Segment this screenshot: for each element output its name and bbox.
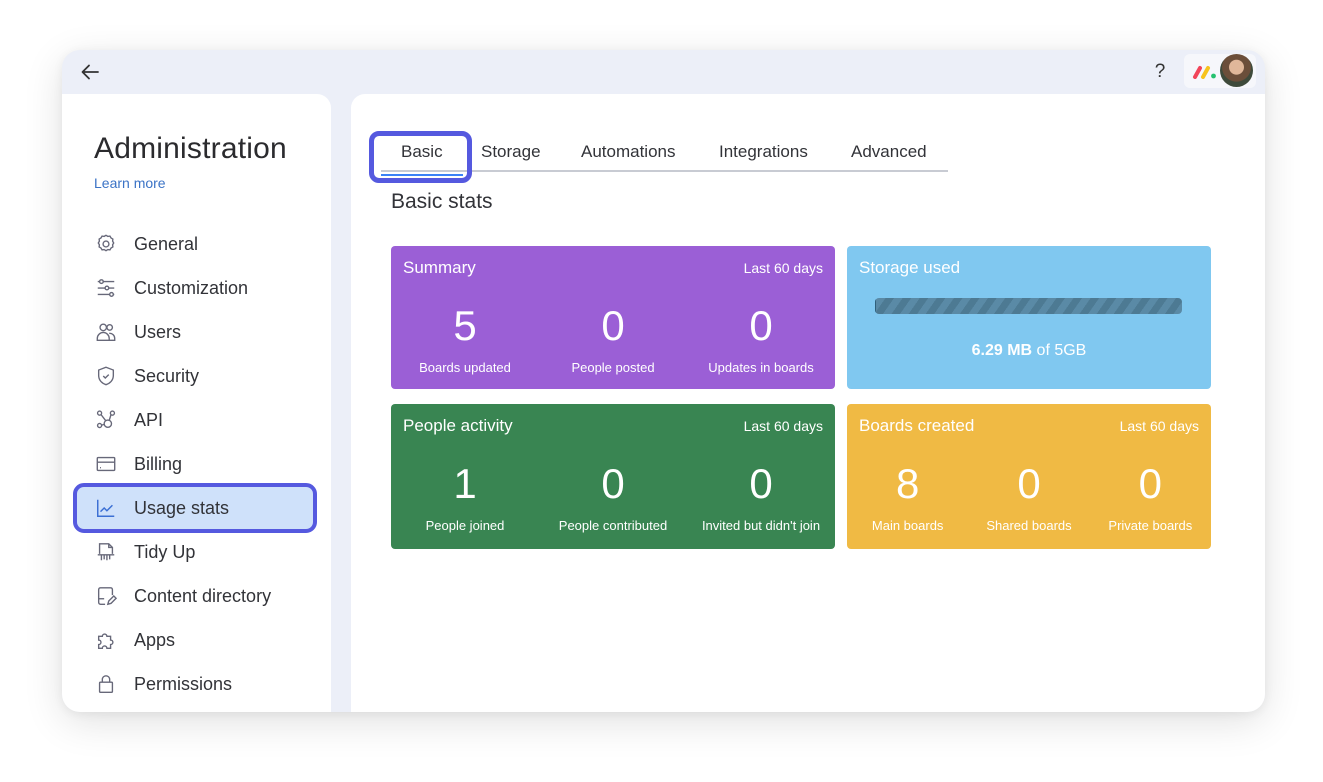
stat-value: 0	[749, 460, 773, 507]
storage-usage-text: 6.29 MB of 5GB	[847, 342, 1211, 360]
sliders-icon	[94, 276, 118, 300]
sidebar-item-permissions[interactable]: Permissions	[76, 662, 314, 706]
stat-value: 0	[1017, 460, 1041, 507]
sidebar-item-label: Content directory	[134, 585, 272, 606]
card-period: Last 60 days	[1119, 418, 1199, 434]
storage-progress-bar	[875, 298, 1182, 314]
stat-caption: Invited but didn't join	[701, 518, 821, 533]
sidebar-item-usage-stats[interactable]: Usage stats	[73, 483, 317, 533]
document-edit-icon	[94, 584, 118, 608]
stat-caption: Boards updated	[419, 360, 511, 375]
sidebar-item-label: Tidy Up	[134, 541, 196, 562]
tab-bar: Basic Storage Automations Integrations A…	[381, 134, 948, 176]
users-icon	[94, 320, 118, 344]
stat-people-contributed: 0 People contributed	[539, 456, 687, 533]
stat-invited-not-joined: 0 Invited but didn't join	[687, 456, 835, 533]
stat-people-posted: 0 People posted	[539, 298, 687, 375]
puzzle-icon	[94, 628, 118, 652]
stat-caption: People joined	[425, 518, 505, 533]
sidebar-item-label: Security	[134, 365, 200, 386]
stat-value: 0	[1138, 460, 1162, 507]
sidebar-item-customization[interactable]: Customization	[76, 266, 314, 310]
stat-caption: Private boards	[1108, 518, 1193, 533]
main-panel: Basic Storage Automations Integrations A…	[351, 94, 1265, 712]
card-title: Boards created	[859, 416, 975, 435]
stat-caption: Updates in boards	[708, 360, 814, 375]
boards-created-card: Boards created Last 60 days 8 Main boards…	[847, 404, 1211, 549]
sidebar-item-general[interactable]: General	[76, 222, 314, 266]
stat-updates-in-boards: 0 Updates in boards	[687, 298, 835, 375]
stat-people-joined: 1 People joined	[391, 456, 539, 533]
sidebar-item-label: Customization	[134, 277, 249, 298]
sidebar-item-label: General	[134, 233, 199, 254]
tab-storage[interactable]: Storage	[481, 142, 541, 162]
card-period: Last 60 days	[743, 418, 823, 434]
stat-main-boards: 8 Main boards	[847, 456, 968, 533]
shredder-icon	[94, 540, 118, 564]
stat-shared-boards: 0 Shared boards	[968, 456, 1089, 533]
tab-integrations[interactable]: Integrations	[719, 142, 808, 162]
summary-card: Summary Last 60 days 5 Boards updated 0 Pe…	[391, 246, 835, 389]
people-activity-card: People activity Last 60 days 1 People joi…	[391, 404, 835, 549]
sidebar-item-billing[interactable]: Billing	[76, 442, 314, 486]
shield-check-icon	[94, 364, 118, 388]
stat-value: 0	[749, 302, 773, 349]
sidebar-item-label: API	[134, 409, 164, 430]
sidebar-item-label: Usage stats	[134, 497, 230, 518]
line-chart-icon	[94, 496, 118, 520]
sidebar-item-content-directory[interactable]: Content directory	[76, 574, 314, 618]
sidebar-item-security[interactable]: Security	[76, 354, 314, 398]
gear-icon	[94, 232, 118, 256]
tab-automations[interactable]: Automations	[581, 142, 676, 162]
sidebar: Administration Learn more General Custom…	[62, 94, 331, 712]
sidebar-item-api[interactable]: API	[76, 398, 314, 442]
card-title: People activity	[403, 416, 513, 435]
lock-icon	[94, 672, 118, 696]
card-period: Last 60 days	[743, 260, 823, 276]
stat-value: 8	[895, 460, 920, 507]
stat-caption: Main boards	[871, 518, 944, 533]
page-title: Administration	[94, 132, 287, 165]
sidebar-item-users[interactable]: Users	[76, 310, 314, 354]
section-title: Basic stats	[391, 190, 493, 213]
account-menu[interactable]	[1184, 54, 1256, 88]
stat-private-boards: 0 Private boards	[1090, 456, 1211, 533]
tab-basic[interactable]: Basic	[381, 142, 462, 176]
monday-logo-icon	[1193, 66, 1216, 79]
admin-window: ? Administration Learn more General Cust…	[62, 50, 1265, 712]
stat-value: 5	[453, 302, 477, 349]
storage-card: Storage used 6.29 MB of 5GB	[847, 246, 1211, 389]
stat-value: 0	[601, 302, 625, 349]
stat-value: 0	[601, 460, 625, 507]
help-button[interactable]: ?	[1148, 58, 1172, 86]
arrow-left-icon	[81, 64, 99, 80]
sidebar-item-label: Apps	[134, 629, 176, 650]
card-title: Summary	[403, 258, 476, 277]
api-nodes-icon	[94, 408, 118, 432]
stat-caption: Shared boards	[986, 518, 1072, 533]
sidebar-item-apps[interactable]: Apps	[76, 618, 314, 662]
sidebar-item-label: Permissions	[134, 673, 233, 694]
storage-total: of 5GB	[1036, 342, 1087, 359]
sidebar-item-tidy-up[interactable]: Tidy Up	[76, 530, 314, 574]
stat-boards-updated: 5 Boards updated	[391, 298, 539, 375]
learn-more-link[interactable]: Learn more	[94, 175, 166, 191]
stat-caption: People contributed	[558, 518, 668, 533]
sidebar-item-label: Billing	[134, 453, 183, 474]
top-bar: ?	[62, 50, 1265, 94]
sidebar-item-label: Users	[134, 321, 182, 342]
card-title: Storage used	[859, 258, 961, 277]
tab-advanced[interactable]: Advanced	[851, 142, 927, 162]
stat-value: 1	[453, 460, 477, 507]
credit-card-icon	[94, 452, 118, 476]
stat-caption: People posted	[571, 360, 655, 375]
back-button[interactable]	[76, 58, 104, 86]
storage-used-value: 6.29 MB	[971, 342, 1033, 359]
user-avatar[interactable]	[1220, 54, 1253, 87]
